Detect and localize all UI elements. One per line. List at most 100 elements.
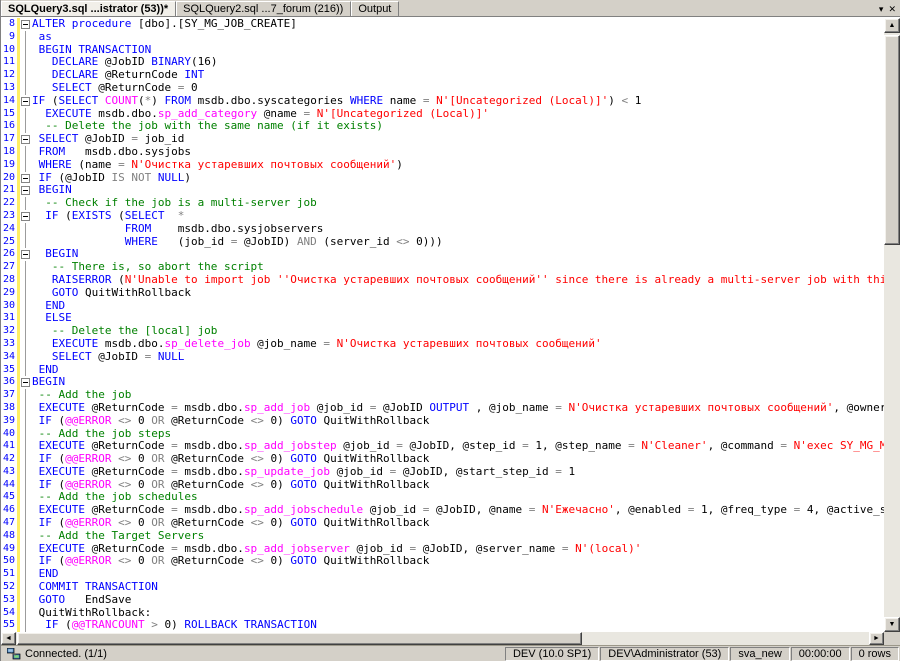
code-line[interactable]: 20 IF (@JobID IS NOT NULL) bbox=[1, 171, 884, 185]
line-number: 32 bbox=[2, 325, 15, 337]
fold-guide-line bbox=[20, 555, 32, 569]
v-scroll-thumb[interactable] bbox=[884, 35, 900, 245]
fold-guide-line bbox=[20, 56, 32, 69]
line-number: 26 bbox=[2, 248, 15, 260]
close-icon[interactable]: ✕ bbox=[888, 4, 896, 14]
line-number: 33 bbox=[2, 337, 15, 349]
connection-status-label: Connected. (1/1) bbox=[25, 647, 107, 660]
fold-collapse-icon[interactable] bbox=[20, 133, 32, 146]
line-number: 44 bbox=[2, 478, 15, 490]
fold-collapse-icon[interactable] bbox=[20, 95, 32, 108]
line-number: 30 bbox=[2, 299, 15, 311]
status-panel: 00:00:00 bbox=[790, 646, 850, 661]
scroll-left-icon[interactable]: ◄ bbox=[1, 632, 16, 645]
code-line[interactable]: 35 END bbox=[1, 363, 884, 377]
code-line[interactable]: 29 GOTO QuitWithRollback bbox=[1, 286, 884, 300]
line-number: 41 bbox=[2, 440, 15, 452]
line-number: 36 bbox=[2, 376, 15, 388]
collapse-minus-icon[interactable] bbox=[21, 96, 30, 106]
code-line[interactable]: 30 END bbox=[1, 299, 884, 313]
code-line[interactable]: 8 ALTER procedure [dbo].[SY_MG_JOB_CREATE… bbox=[1, 18, 884, 31]
collapse-minus-icon[interactable] bbox=[21, 378, 30, 388]
tab-controls: ▾ ✕ bbox=[879, 4, 900, 16]
fold-guide-line bbox=[20, 389, 32, 402]
fold-guide-line bbox=[20, 517, 32, 530]
code-line[interactable]: 34 SELECT @JobID = NULL bbox=[1, 350, 884, 364]
code-line[interactable]: 50 IF (@@ERROR <> 0 OR @ReturnCode <> 0)… bbox=[1, 554, 884, 569]
fold-collapse-icon[interactable] bbox=[20, 18, 32, 31]
status-panel: DEV (10.0 SP1) bbox=[504, 646, 600, 661]
line-number: 34 bbox=[2, 350, 15, 362]
h-scroll-thumb[interactable] bbox=[17, 632, 582, 645]
collapse-minus-icon[interactable] bbox=[21, 186, 30, 196]
fold-guide-line bbox=[20, 222, 32, 236]
scroll-right-icon[interactable]: ► bbox=[869, 632, 884, 645]
fold-guide-line bbox=[20, 197, 32, 210]
fold-collapse-icon[interactable] bbox=[20, 248, 32, 261]
line-number: 13 bbox=[2, 81, 15, 93]
collapse-minus-icon[interactable] bbox=[21, 173, 30, 183]
code-line[interactable]: 25 WHERE (job_id = @JobID) AND (server_i… bbox=[1, 235, 884, 249]
fold-guide-line bbox=[20, 107, 32, 121]
scroll-up-icon[interactable]: ▲ bbox=[884, 18, 900, 33]
line-number: 27 bbox=[2, 261, 15, 273]
code-line[interactable]: 36 BEGIN bbox=[1, 375, 884, 390]
line-number: 25 bbox=[2, 235, 15, 247]
fold-guide-line bbox=[20, 235, 32, 249]
line-number: 16 bbox=[2, 120, 15, 132]
line-number: 31 bbox=[2, 312, 15, 324]
line-number: 48 bbox=[2, 529, 15, 541]
horizontal-scrollbar[interactable]: ◄ ► bbox=[1, 632, 884, 645]
line-number: 52 bbox=[2, 581, 15, 593]
line-number: 40 bbox=[2, 427, 15, 439]
fold-guide-line bbox=[20, 401, 32, 415]
fold-guide-line bbox=[20, 81, 32, 95]
code-text: IF (@@ERROR <> 0 OR @ReturnCode <> 0) GO… bbox=[32, 554, 430, 568]
collapse-minus-icon[interactable] bbox=[21, 211, 30, 221]
fold-guide-line bbox=[20, 619, 32, 632]
vertical-scrollbar[interactable]: ▲ ▼ bbox=[884, 18, 900, 632]
fold-collapse-icon[interactable] bbox=[20, 172, 32, 185]
fold-guide-line bbox=[20, 350, 32, 364]
fold-collapse-icon[interactable] bbox=[20, 210, 32, 223]
tab-bar: SQLQuery3.sql ...istrator (53))* SQLQuery… bbox=[1, 0, 900, 16]
collapse-minus-icon[interactable] bbox=[21, 135, 30, 145]
code-lines[interactable]: 8 ALTER procedure [dbo].[SY_MG_JOB_CREATE… bbox=[1, 18, 884, 632]
fold-guide-line bbox=[20, 504, 32, 517]
status-panel: DEV\Administrator (53) bbox=[600, 646, 730, 661]
line-number: 12 bbox=[2, 69, 15, 81]
fold-guide-line bbox=[20, 158, 32, 172]
fold-guide-line bbox=[20, 299, 32, 313]
tab-output[interactable]: Output bbox=[351, 1, 400, 16]
fold-collapse-icon[interactable] bbox=[20, 376, 32, 389]
status-panel: sva_new bbox=[730, 646, 790, 661]
tab-sqlquery3-sql-istrator-53[interactable]: SQLQuery3.sql ...istrator (53))* bbox=[1, 1, 177, 16]
line-number: 11 bbox=[2, 56, 15, 68]
tab-sqlquery2-sql-7-forum-216[interactable]: SQLQuery2.sql ...7_forum (216)) bbox=[176, 1, 352, 16]
line-number: 38 bbox=[2, 401, 15, 413]
fold-guide-line bbox=[20, 325, 32, 338]
fold-guide-line bbox=[20, 542, 32, 556]
fold-guide-line bbox=[20, 337, 32, 351]
fold-collapse-icon[interactable] bbox=[20, 184, 32, 197]
sql-editor: 8 ALTER procedure [dbo].[SY_MG_JOB_CREATE… bbox=[1, 16, 900, 645]
code-line[interactable]: 52 COMMIT TRANSACTION bbox=[1, 580, 884, 594]
tab-list-menu-icon[interactable]: ▾ bbox=[879, 4, 884, 14]
line-number: 23 bbox=[2, 209, 15, 221]
collapse-minus-icon[interactable] bbox=[21, 20, 30, 29]
collapse-minus-icon[interactable] bbox=[21, 250, 30, 260]
fold-guide-line bbox=[20, 30, 32, 44]
fold-guide-line bbox=[20, 491, 32, 505]
fold-guide-line bbox=[20, 145, 32, 159]
line-number: 50 bbox=[2, 555, 15, 567]
line-number: 8 bbox=[8, 18, 15, 29]
fold-guide-line bbox=[20, 568, 32, 581]
line-number: 29 bbox=[2, 286, 15, 298]
scroll-down-icon[interactable]: ▼ bbox=[884, 617, 900, 632]
line-number: 47 bbox=[2, 517, 15, 529]
code-line[interactable]: 55 IF (@@TRANCOUNT > 0) ROLLBACK TRANSAC… bbox=[1, 619, 884, 632]
fold-guide-line bbox=[20, 478, 32, 492]
fold-guide-line bbox=[20, 414, 32, 428]
line-number: 53 bbox=[2, 593, 15, 605]
fold-guide-line bbox=[20, 363, 32, 377]
